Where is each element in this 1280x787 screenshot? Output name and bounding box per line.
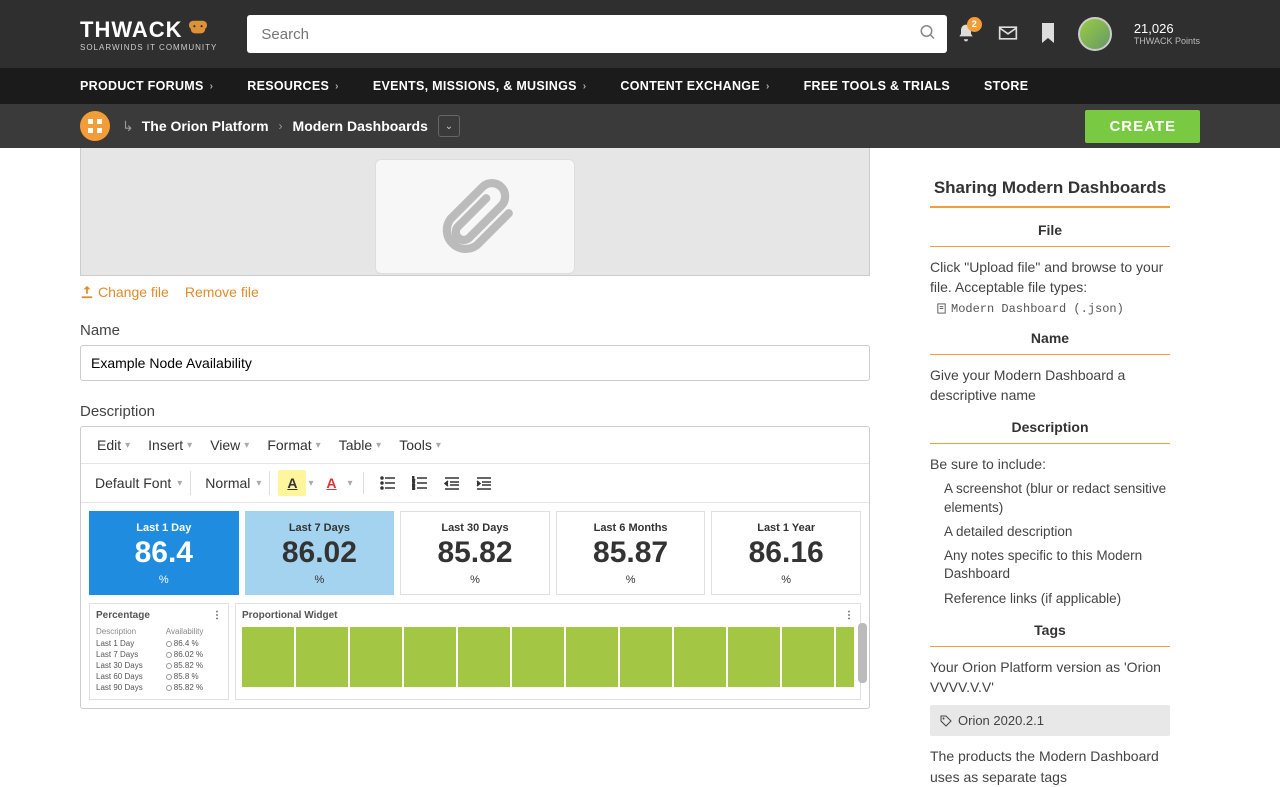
tile-week: Last 7 Days86.02% (245, 511, 395, 595)
indent-button[interactable] (470, 470, 498, 496)
nav-product-forums[interactable]: PRODUCT FORUMS› (80, 79, 213, 93)
logo[interactable]: THWACK SOLARWINDS IT COMMUNITY (80, 17, 217, 52)
chevron-right-icon: › (279, 119, 283, 133)
tile-day: Last 1 Day86.4% (89, 511, 239, 595)
outdent-button[interactable] (438, 470, 466, 496)
font-select[interactable]: Default Font (89, 471, 177, 495)
avatar[interactable] (1078, 17, 1112, 51)
breadcrumb-orion[interactable]: The Orion Platform (142, 118, 269, 134)
points-label: THWACK Points (1134, 36, 1200, 47)
notification-badge: 2 (967, 17, 982, 32)
menu-edit[interactable]: Edit ▾ (89, 433, 138, 457)
nav-store[interactable]: STORE (984, 79, 1028, 93)
help-sidebar: Sharing Modern Dashboards File Click "Up… (930, 148, 1170, 787)
nav-content-exchange[interactable]: CONTENT EXCHANGE› (620, 79, 769, 93)
editor-toolbar: Default Font▾ Normal▾ A ▾ A ▾ 123 (81, 464, 869, 503)
search-icon[interactable] (919, 24, 937, 45)
sidebar-desc-text: Be sure to include: (930, 454, 1170, 474)
category-icon[interactable] (80, 111, 110, 141)
brain-icon (187, 17, 209, 43)
breadcrumb-bar: ↳ The Orion Platform › Modern Dashboards… (0, 104, 1280, 148)
change-file-link[interactable]: Change file (80, 284, 169, 300)
text-color-button[interactable]: A (317, 470, 345, 496)
menu-table[interactable]: Table ▾ (331, 433, 390, 457)
menu-view[interactable]: View ▾ (202, 433, 257, 457)
sidebar-bullets: A screenshot (blur or redact sensitive e… (930, 480, 1170, 607)
text-highlight-button[interactable]: A (278, 470, 306, 496)
topbar-actions: 2 21,026 THWACK Points (956, 17, 1200, 51)
paperclip-icon (430, 172, 520, 262)
list-item: Reference links (if applicable) (944, 590, 1170, 608)
menu-format[interactable]: Format ▾ (259, 433, 328, 457)
nav-events[interactable]: EVENTS, MISSIONS, & MUSINGS› (373, 79, 587, 93)
sidebar-tags-text2: The products the Modern Dashboard uses a… (930, 746, 1170, 787)
widget-menu-icon[interactable]: ⋮ (844, 610, 854, 621)
sidebar-filetype: Modern Dashboard (.json) (930, 302, 1170, 316)
sidebar-desc-heading: Description (930, 419, 1170, 444)
sidebar-file-heading: File (930, 222, 1170, 247)
bookmark-icon[interactable] (1040, 23, 1056, 46)
chevron-right-icon: › (583, 81, 587, 92)
rich-text-editor: Edit ▾ Insert ▾ View ▾ Format ▾ Table ▾ … (80, 426, 870, 709)
notifications-button[interactable]: 2 (956, 23, 976, 46)
sidebar-title: Sharing Modern Dashboards (930, 178, 1170, 208)
bullet-list-button[interactable] (374, 470, 402, 496)
breadcrumb-dropdown[interactable]: ⌄ (438, 115, 460, 137)
sidebar-file-text: Click "Upload file" and browse to your f… (930, 257, 1170, 298)
sidebar-name-heading: Name (930, 330, 1170, 355)
form-area: Change file Remove file Name Description… (80, 148, 870, 787)
svg-text:3: 3 (412, 486, 415, 490)
size-select[interactable]: Normal (199, 471, 256, 495)
points-value: 21,026 (1134, 21, 1200, 37)
name-label: Name (80, 322, 870, 339)
chevron-right-icon: › (210, 81, 214, 92)
upload-dropzone[interactable] (80, 148, 870, 276)
tag-icon (940, 715, 952, 727)
remove-file-link[interactable]: Remove file (185, 284, 259, 300)
tile-month: Last 30 Days85.82% (400, 511, 550, 595)
numbered-list-button[interactable]: 123 (406, 470, 434, 496)
tag-example: Orion 2020.2.1 (930, 705, 1170, 736)
description-label: Description (80, 403, 870, 420)
sidebar-tags-heading: Tags (930, 622, 1170, 647)
search-input[interactable] (247, 15, 947, 53)
chevron-right-icon: › (335, 81, 339, 92)
main-nav: PRODUCT FORUMS› RESOURCES› EVENTS, MISSI… (0, 68, 1280, 104)
widget-menu-icon[interactable]: ⋮ (212, 610, 222, 621)
list-item: Any notes specific to this Modern Dashbo… (944, 547, 1170, 583)
top-bar: THWACK SOLARWINDS IT COMMUNITY 2 21,026 … (0, 0, 1280, 68)
logo-text: THWACK (80, 17, 183, 43)
editor-menubar: Edit ▾ Insert ▾ View ▾ Format ▾ Table ▾ … (81, 427, 869, 464)
search-container (247, 15, 947, 53)
messages-icon[interactable] (998, 25, 1018, 44)
scrollbar-thumb[interactable] (858, 623, 867, 683)
file-thumbnail (375, 159, 575, 274)
menu-tools[interactable]: Tools ▾ (391, 433, 449, 457)
nav-free-tools[interactable]: FREE TOOLS & TRIALS (804, 79, 950, 93)
breadcrumb-dashboards[interactable]: Modern Dashboards (293, 118, 428, 134)
list-item: A detailed description (944, 523, 1170, 541)
chevron-right-icon: › (766, 81, 770, 92)
proportional-widget: Proportional Widget⋮ (235, 603, 861, 700)
bar-chart (242, 627, 854, 687)
logo-subtitle: SOLARWINDS IT COMMUNITY (80, 43, 217, 52)
return-icon: ↳ (122, 118, 134, 135)
percentage-widget: Percentage⋮ DescriptionAvailability Last… (89, 603, 229, 700)
tile-6months: Last 6 Months85.87% (556, 511, 706, 595)
menu-insert[interactable]: Insert ▾ (140, 433, 200, 457)
sidebar-tags-text: Your Orion Platform version as 'Orion VV… (930, 657, 1170, 698)
name-input[interactable] (80, 345, 870, 381)
list-item: A screenshot (blur or redact sensitive e… (944, 480, 1170, 516)
points-display: 21,026 THWACK Points (1134, 21, 1200, 47)
sidebar-name-text: Give your Modern Dashboard a descriptive… (930, 365, 1170, 406)
nav-resources[interactable]: RESOURCES› (247, 79, 339, 93)
tile-year: Last 1 Year86.16% (711, 511, 861, 595)
editor-body[interactable]: Last 1 Day86.4% Last 7 Days86.02% Last 3… (81, 503, 869, 708)
upload-icon (80, 285, 94, 299)
create-button[interactable]: CREATE (1085, 110, 1200, 143)
